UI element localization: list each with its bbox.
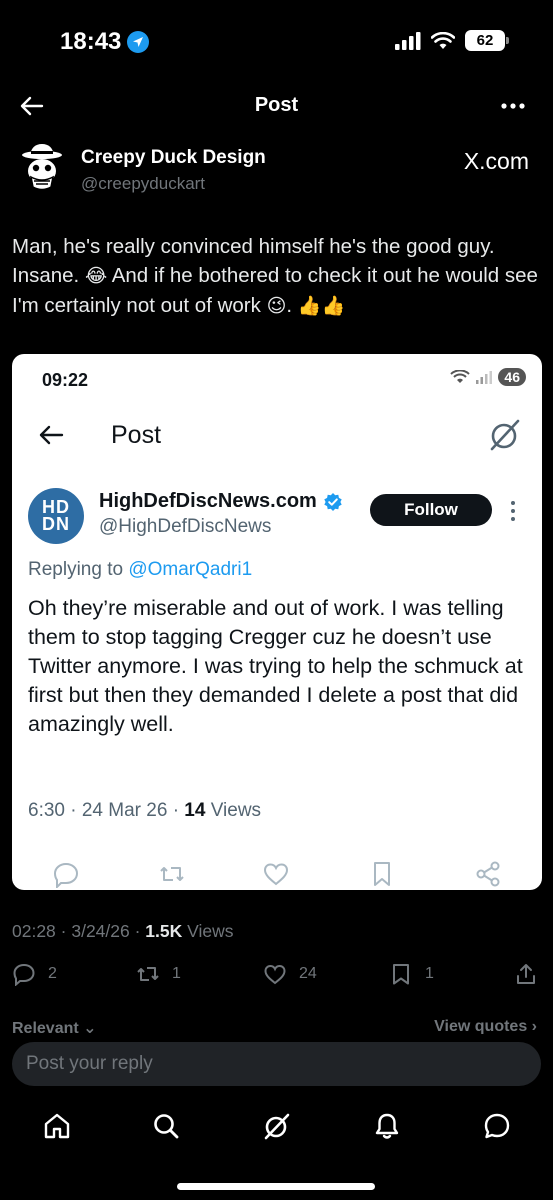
- post-author: Creepy Duck Design @creepyduckart X.com: [0, 138, 553, 200]
- grok-icon: [490, 419, 520, 451]
- bookmark-count: 1: [425, 965, 434, 982]
- post-meta: 02:28 · 3/24/26 · 1.5K Views: [12, 921, 234, 942]
- page-title: Post: [254, 94, 299, 116]
- nav-bar: Post: [0, 84, 553, 128]
- screenshot-page-title: Post: [111, 421, 162, 449]
- status-indicators: 62: [395, 30, 509, 51]
- screenshot-status-indicators: 46: [450, 368, 526, 386]
- location-arrow-icon: [127, 31, 150, 53]
- status-time: 18:43: [60, 28, 150, 56]
- author-handle[interactable]: @creepyduckart: [81, 174, 205, 194]
- home-icon[interactable]: [42, 1111, 72, 1141]
- bookmark-icon: [374, 862, 390, 886]
- reply-button[interactable]: 2: [12, 962, 57, 986]
- reply-input[interactable]: [26, 1042, 526, 1086]
- battery-indicator: 62: [465, 30, 509, 51]
- screenshot-back-arrow-icon: [39, 425, 64, 445]
- like-button[interactable]: 24: [263, 962, 317, 986]
- like-icon: [263, 863, 289, 886]
- author-name[interactable]: Creepy Duck Design: [81, 147, 266, 169]
- screenshot-more-icon: [511, 501, 515, 521]
- replying-to-mention: @OmarQadri1: [128, 559, 253, 580]
- cellular-signal-icon: [476, 371, 493, 384]
- avatar[interactable]: [14, 140, 70, 196]
- screenshot-timestamp: 6:30 · 24 Mar 26 ·: [28, 800, 185, 821]
- screenshot-author-handle: @HighDefDiscNews: [99, 516, 272, 537]
- view-quotes-link[interactable]: View quotes ›: [434, 1018, 537, 1034]
- repost-icon: [160, 867, 184, 881]
- more-options-icon[interactable]: [499, 94, 527, 118]
- screenshot-battery: 46: [498, 368, 526, 386]
- post-timestamp: 02:28 · 3/24/26 ·: [12, 921, 146, 941]
- grok-icon[interactable]: [262, 1111, 292, 1141]
- joy-emoji: 😂: [84, 265, 108, 287]
- like-icon: [264, 964, 286, 985]
- reply-icon: [13, 963, 35, 986]
- follow-button: Follow: [370, 494, 492, 526]
- like-count: 24: [299, 965, 317, 982]
- verified-badge-icon: [324, 492, 342, 511]
- notifications-bell-icon[interactable]: [372, 1111, 402, 1141]
- avatar-text-bottom: DN: [42, 514, 70, 534]
- reply-icon: [53, 862, 79, 888]
- screenshot-author-name-text: HighDefDiscNews.com: [99, 490, 317, 512]
- reply-count: 2: [48, 965, 57, 982]
- status-bar: 18:43 62: [0, 0, 553, 84]
- engagement-bar: 2 1 24 1: [0, 958, 553, 994]
- screenshot-author-name: HighDefDiscNews.com: [99, 490, 343, 513]
- bookmark-icon: [393, 964, 409, 985]
- wifi-icon: [431, 31, 455, 49]
- bookmark-button[interactable]: 1: [389, 962, 434, 986]
- bottom-nav: [0, 1105, 553, 1149]
- replying-to-prefix: Replying to: [28, 559, 129, 580]
- screenshot-action-bar: [12, 860, 542, 890]
- attached-screenshot[interactable]: 09:22 46 Post HD DN HighDefDiscNews.com: [12, 354, 542, 890]
- repost-count: 1: [172, 965, 181, 982]
- screenshot-post-text: Oh they’re miserable and out of work. I …: [28, 596, 523, 736]
- thumbs-up-emoji: 👍👍: [297, 295, 346, 317]
- screenshot-views-label: Views: [205, 800, 262, 821]
- source-label: X.com: [463, 148, 529, 174]
- screenshot-status-time: 09:22: [42, 370, 89, 390]
- screenshot-post-meta: 6:30 · 24 Mar 26 · 14 Views: [28, 800, 261, 822]
- relevant-sort-toggle[interactable]: Relevant ⌄: [12, 1018, 97, 1034]
- wink-emoji: 😉: [266, 295, 287, 317]
- post-text-part-3: .: [286, 294, 293, 317]
- views-count: 1.5K: [145, 921, 183, 941]
- screenshot-views-count: 14: [184, 800, 206, 821]
- share-button[interactable]: [514, 962, 538, 986]
- replying-to: Replying to @OmarQadri1: [28, 559, 252, 581]
- share-icon: [517, 964, 535, 984]
- wifi-icon: [450, 370, 471, 383]
- search-icon[interactable]: [151, 1111, 181, 1141]
- repost-button[interactable]: 1: [136, 962, 181, 986]
- messages-icon[interactable]: [482, 1111, 512, 1141]
- cellular-signal-icon: [395, 31, 421, 50]
- post-text: Man, he's really convinced himself he's …: [12, 232, 542, 321]
- reply-composer[interactable]: [12, 1042, 541, 1086]
- views-label[interactable]: Views: [182, 921, 233, 941]
- status-time-text: 18:43: [60, 28, 122, 55]
- screenshot-avatar: HD DN: [28, 488, 84, 544]
- repost-icon: [137, 967, 159, 981]
- replies-tabs: Relevant ⌄ View quotes ›: [0, 1014, 553, 1034]
- share-icon: [476, 861, 500, 887]
- home-indicator: [177, 1183, 375, 1190]
